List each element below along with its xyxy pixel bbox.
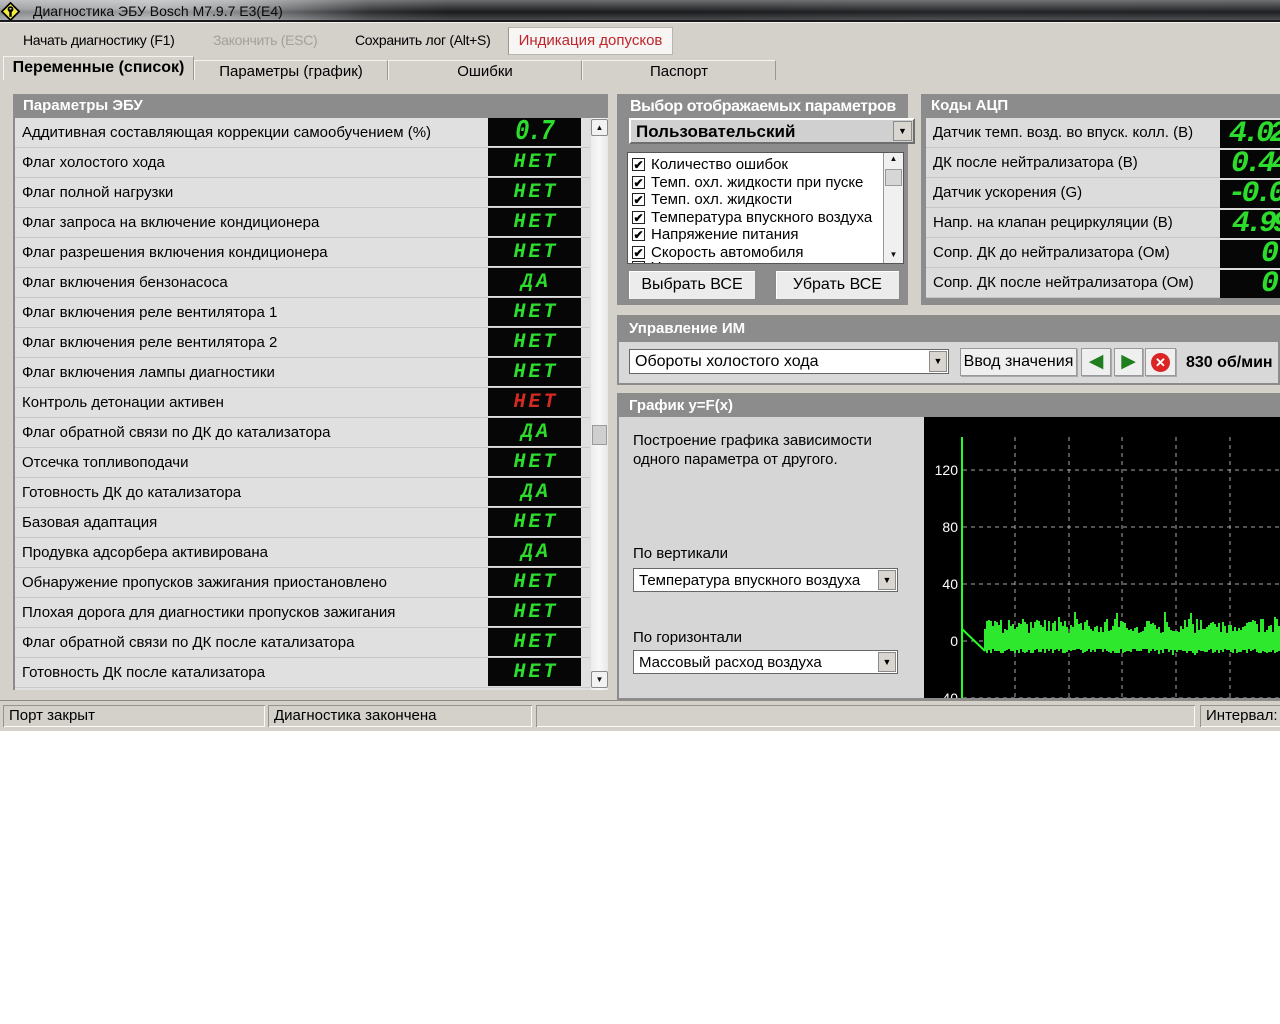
svg-text:0: 0 [950,633,958,649]
svg-text:80: 80 [942,519,958,535]
svg-text:-40: -40 [938,690,958,698]
svg-text:120: 120 [935,462,959,478]
svg-text:40: 40 [942,576,958,592]
